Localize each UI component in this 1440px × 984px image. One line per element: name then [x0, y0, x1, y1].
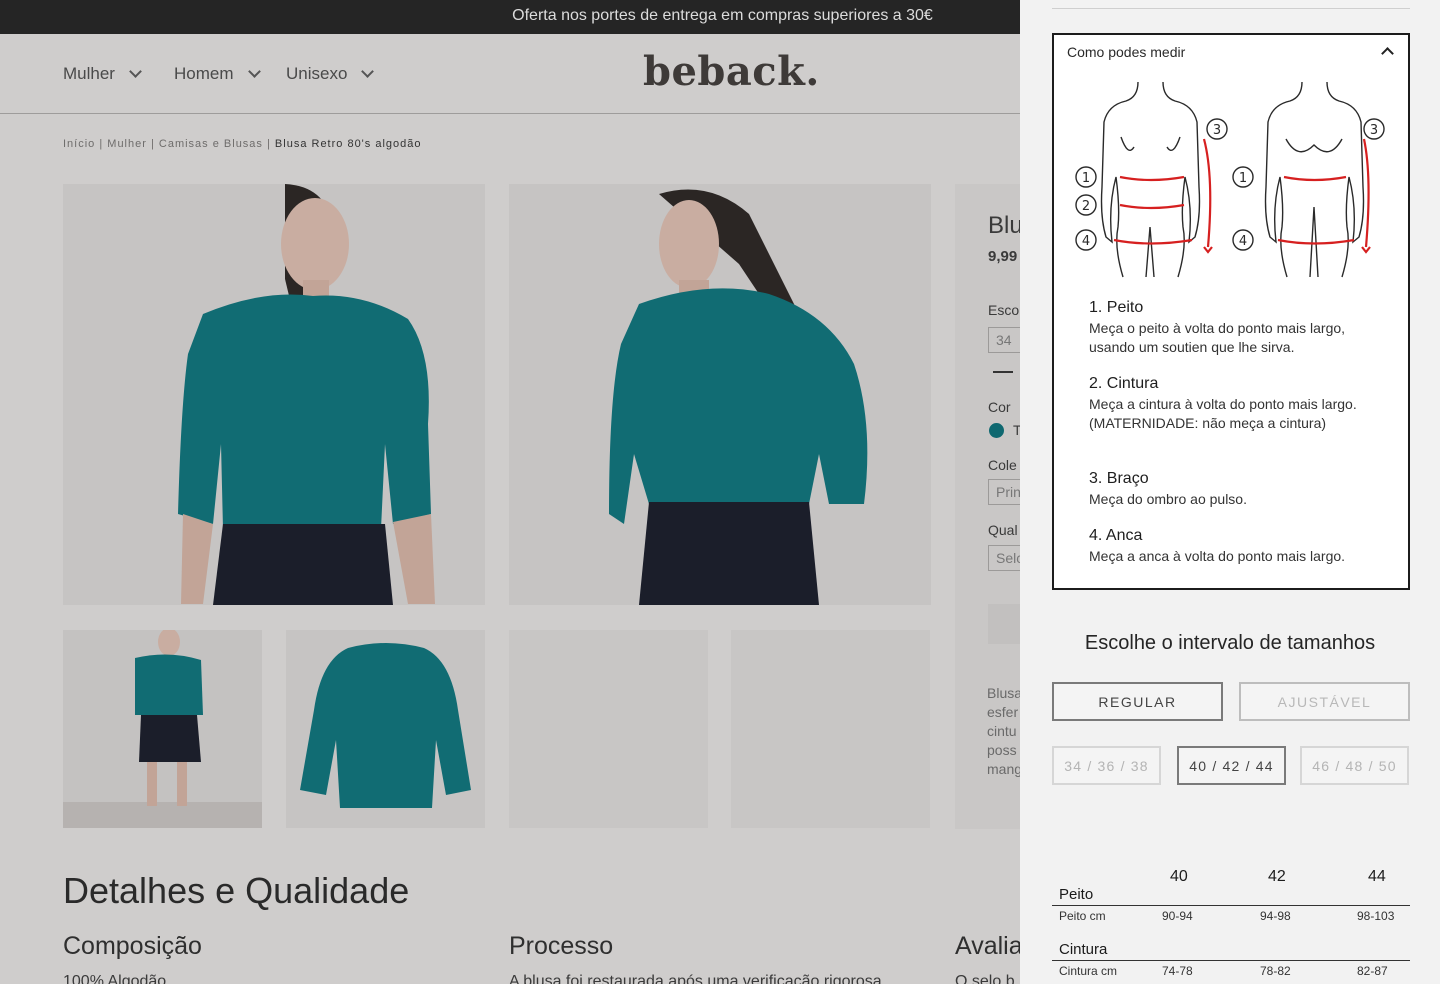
- breadcrumb-home[interactable]: Início: [63, 138, 95, 150]
- breadcrumb: Início | Mulher | Camisas e Blusas | Blu…: [63, 138, 422, 150]
- divider: [1052, 8, 1410, 9]
- thumbnail-full-outfit[interactable]: [63, 630, 262, 828]
- details-title: Detalhes e Qualidade: [63, 870, 410, 911]
- size-table-group-title: Cintura: [1059, 941, 1108, 958]
- size-table-cell: 98-103: [1357, 909, 1395, 923]
- size-table-cell: 90-94: [1162, 909, 1193, 923]
- description-line: Blusa: [987, 685, 1023, 701]
- size-label: Esco: [988, 302, 1020, 318]
- table-divider: [1052, 960, 1410, 961]
- step-description: Meça o peito à volta do ponto mais largo…: [1089, 320, 1346, 355]
- nav-item-homem[interactable]: Homem: [174, 64, 261, 84]
- marker-4: 4: [1082, 234, 1090, 249]
- breadcrumb-category[interactable]: Mulher: [107, 138, 147, 150]
- product-price: 9,99: [988, 248, 1018, 265]
- breadcrumb-current: Blusa Retro 80's algodão: [274, 138, 422, 150]
- chevron-down-icon: [247, 65, 261, 78]
- description-line: mang: [987, 761, 1023, 777]
- chevron-down-icon: [361, 65, 375, 78]
- nav-item-label: Homem: [174, 64, 234, 83]
- marker-1: 1: [1239, 171, 1247, 186]
- product-photo-front: [63, 184, 485, 605]
- step-description: Meça do ombro ao pulso.: [1089, 491, 1247, 507]
- thumbnail-flat-lay[interactable]: [286, 630, 485, 828]
- nav-item-label: Unisexo: [286, 64, 348, 83]
- size-table-cell: 82-87: [1357, 964, 1388, 978]
- thumbnail-placeholder: [731, 630, 930, 828]
- size-range-46-50-button[interactable]: 46 / 48 / 50: [1300, 746, 1409, 785]
- description-line: cintu: [987, 723, 1017, 739]
- ruler-icon: [993, 368, 1013, 373]
- product-image-back[interactable]: [509, 184, 931, 605]
- marker-1: 1: [1082, 171, 1090, 186]
- nav-item-mulher[interactable]: Mulher: [63, 64, 142, 84]
- size-column-header: 44: [1368, 868, 1386, 885]
- measure-step-arm: 3. Braço Meça do ombro ao pulso.: [1089, 470, 1389, 509]
- size-range-34-38-button[interactable]: 34 / 36 / 38: [1052, 746, 1161, 785]
- fit-regular-button[interactable]: REGULAR: [1052, 682, 1223, 721]
- nav-item-unisexo[interactable]: Unisexo: [286, 64, 375, 84]
- body-measurement-diagram: 1 2 4 3 1 4 3: [1075, 81, 1385, 278]
- measure-step-hip: 4. Anca Meça a anca à volta do ponto mai…: [1089, 527, 1389, 566]
- step-heading: 2. Cintura: [1089, 375, 1159, 392]
- quality-label: Qual: [988, 522, 1018, 538]
- thumbnail-placeholder: [509, 630, 708, 828]
- size-table-group-title: Peito: [1059, 886, 1094, 903]
- marker-4: 4: [1239, 234, 1247, 249]
- size-column-header: 40: [1170, 868, 1188, 885]
- measure-step-chest: 1. Peito Meça o peito à volta do ponto m…: [1089, 299, 1389, 357]
- breadcrumb-subcategory[interactable]: Camisas e Blusas: [159, 138, 263, 150]
- color-swatch[interactable]: [989, 423, 1004, 438]
- fit-adjustable-button[interactable]: AJUSTÁVEL: [1239, 682, 1410, 721]
- how-to-measure-section: Como podes medir 1 2 4 3 1 4 3 1. Peito …: [1052, 33, 1410, 590]
- process-text: A blusa foi restaurada após uma verifica…: [509, 973, 882, 984]
- size-table-cell: 74-78: [1162, 964, 1193, 978]
- step-heading: 1. Peito: [1089, 299, 1144, 316]
- size-table-row-label: Peito cm: [1059, 909, 1106, 923]
- size-table-cell: 78-82: [1260, 964, 1291, 978]
- product-photo-flatlay: [286, 630, 485, 828]
- size-range-40-44-button[interactable]: 40 / 42 / 44: [1177, 746, 1286, 785]
- rating-text: O selo b: [955, 973, 1015, 984]
- composition-title: Composição: [63, 932, 202, 960]
- size-column-header: 42: [1268, 868, 1286, 885]
- size-range-title: Escolhe o intervalo de tamanhos: [1084, 632, 1376, 654]
- color-label: Cor: [988, 399, 1011, 415]
- process-title: Processo: [509, 932, 614, 960]
- product-photo-thumbnail: [63, 630, 262, 828]
- step-heading: 3. Braço: [1089, 470, 1149, 487]
- size-guide-panel: Como podes medir 1 2 4 3 1 4 3 1. Peito …: [1020, 0, 1440, 984]
- breadcrumb-separator: |: [146, 138, 159, 150]
- size-table-cell: 94-98: [1260, 909, 1291, 923]
- measure-step-waist: 2. Cintura Meça a cintura à volta do pon…: [1089, 375, 1389, 433]
- breadcrumb-separator: |: [262, 138, 275, 150]
- product-title: Blu: [988, 212, 1023, 239]
- size-table-row-label: Cintura cm: [1059, 964, 1118, 978]
- nav-item-label: Mulher: [63, 64, 115, 83]
- marker-3: 3: [1370, 123, 1378, 138]
- product-image-front[interactable]: [63, 184, 485, 605]
- composition-text: 100% Algodão: [63, 973, 167, 984]
- site-logo[interactable]: beback.: [643, 48, 820, 95]
- step-description: Meça a cintura à volta do ponto mais lar…: [1089, 396, 1357, 431]
- marker-2: 2: [1082, 199, 1090, 214]
- description-line: esfer: [987, 704, 1019, 720]
- collection-label: Cole: [988, 457, 1017, 473]
- step-heading: 4. Anca: [1089, 527, 1143, 544]
- measure-section-title[interactable]: Como podes medir: [1067, 44, 1185, 60]
- table-divider: [1052, 905, 1410, 906]
- product-description: Blusa esfer cintu poss mang: [987, 684, 1022, 779]
- step-description: Meça a anca à volta do ponto mais largo.: [1089, 548, 1346, 564]
- chevron-down-icon: [129, 65, 142, 78]
- breadcrumb-separator: |: [95, 138, 108, 150]
- rating-title: Avalia: [955, 932, 1023, 960]
- product-photo-back: [509, 184, 931, 605]
- description-line: poss: [987, 742, 1017, 758]
- marker-3: 3: [1213, 123, 1221, 138]
- chevron-up-icon[interactable]: [1381, 47, 1394, 60]
